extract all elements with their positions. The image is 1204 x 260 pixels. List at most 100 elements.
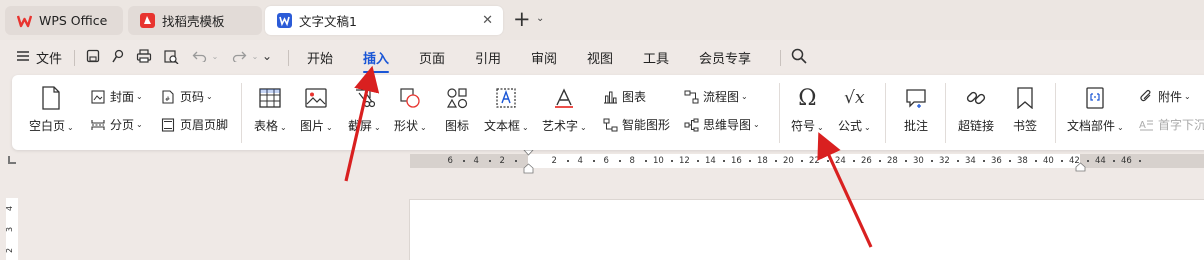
- attachment-label: 附件: [1158, 90, 1183, 104]
- paperclip-icon: [1138, 89, 1154, 105]
- ruler-tick-label: 3: [5, 226, 15, 233]
- search-icon[interactable]: [790, 47, 808, 65]
- chevron-down-icon: ⌄: [326, 123, 333, 132]
- ruler-tick-label: 4: [577, 156, 583, 166]
- doc-parts-button[interactable]: 文档部件 ⌄: [1067, 85, 1124, 134]
- tab-label: WPS Office: [39, 13, 108, 28]
- ruler-tick-dot: [879, 160, 881, 162]
- wordart-label: 艺术字: [542, 119, 579, 133]
- horizontal-ruler[interactable]: 6 4 2 2 4 6 8 10 12 14 16 18 20 22 24 26 28 30 32 34 36 38 40 4…: [410, 150, 1204, 174]
- chevron-down-icon: ⌄: [136, 92, 143, 101]
- divider: [241, 83, 242, 143]
- section-break-button[interactable]: 分页 ⌄: [90, 116, 143, 133]
- menu-tab-page[interactable]: 页面: [419, 48, 445, 67]
- format-painter-icon[interactable]: [109, 47, 127, 65]
- divider: [945, 83, 946, 143]
- ruler-tick-dot: [1035, 160, 1037, 162]
- comment-label: 批注: [903, 119, 928, 133]
- textbox-label: 文本框: [484, 119, 521, 133]
- divider: [288, 50, 289, 66]
- blank-page-button[interactable]: 空白页 ⌄: [29, 85, 74, 134]
- menu-tab-review[interactable]: 审阅: [531, 48, 557, 67]
- shape-label: 形状: [394, 119, 419, 133]
- chevron-down-icon[interactable]: ⌄: [206, 47, 224, 65]
- file-menu[interactable]: 文件: [36, 48, 62, 67]
- bookmark-button[interactable]: 书签: [1012, 85, 1038, 134]
- flowchart-button[interactable]: 流程图 ⌄: [683, 88, 748, 105]
- scissors-icon: [351, 85, 377, 111]
- chevron-down-icon: ⌄: [420, 123, 427, 132]
- mindmap-button[interactable]: 思维导图 ⌄: [683, 116, 760, 133]
- menu-tab-view[interactable]: 视图: [587, 48, 613, 67]
- icon-button[interactable]: 图标: [444, 85, 470, 134]
- divider: [780, 50, 781, 66]
- comment-button[interactable]: 批注: [903, 85, 929, 134]
- menu-tab-references[interactable]: 引用: [475, 48, 501, 67]
- mindmap-label: 思维导图: [703, 118, 752, 132]
- print-icon[interactable]: [135, 47, 153, 65]
- ruler-tick-label: 18: [757, 156, 768, 166]
- document-page[interactable]: [409, 199, 1204, 260]
- ruler-tick-dot: [567, 160, 569, 162]
- tab-document-1[interactable]: 文字文稿1 ✕: [265, 6, 503, 35]
- ruler-tick-dot: [1087, 160, 1089, 162]
- ruler-tick-label: 4: [5, 205, 15, 212]
- page-number-button[interactable]: # 页码 ⌄: [160, 88, 213, 105]
- hyperlink-button[interactable]: 超链接: [958, 85, 994, 134]
- dropcap-button[interactable]: A 首字下沉: [1138, 116, 1204, 133]
- symbol-button[interactable]: Ω 符号 ⌄: [791, 85, 824, 134]
- chevron-down-icon: ⌄: [580, 123, 587, 132]
- chevron-down-icon: ⌄: [522, 123, 529, 132]
- save-icon[interactable]: [84, 47, 102, 65]
- shape-button[interactable]: 形状 ⌄: [394, 85, 427, 134]
- vertical-ruler[interactable]: 4 3 2: [5, 198, 18, 260]
- dropcap-label: 首字下沉: [1158, 118, 1204, 132]
- svg-text:A: A: [1139, 120, 1146, 131]
- chart-button[interactable]: 图表: [602, 88, 646, 105]
- chevron-down-icon[interactable]: ⌄: [536, 13, 544, 24]
- ruler-tick-dot: [489, 160, 491, 162]
- screenshot-button[interactable]: 截屏 ⌄: [348, 85, 381, 134]
- chevron-down-icon: ⌄: [1117, 123, 1124, 132]
- wordart-button[interactable]: 艺术字 ⌄: [542, 85, 587, 134]
- attachment-button[interactable]: 附件 ⌄: [1138, 88, 1191, 105]
- ruler-tick-label: 2: [551, 156, 557, 166]
- menu-tab-tools[interactable]: 工具: [643, 48, 669, 67]
- ruler-tab-selector[interactable]: [8, 156, 16, 164]
- close-icon[interactable]: ✕: [482, 13, 493, 28]
- textbox-button[interactable]: 文本框 ⌄: [484, 85, 529, 134]
- smartart-button[interactable]: 智能图形: [602, 116, 670, 133]
- ruler-tick-dot: [697, 160, 699, 162]
- ruler-tick-label: 16: [731, 156, 742, 166]
- menu-tab-insert[interactable]: 插入: [363, 48, 390, 73]
- print-preview-icon[interactable]: [162, 47, 180, 65]
- menu-tab-home[interactable]: 开始: [307, 48, 333, 67]
- menu-tab-membership[interactable]: 会员专享: [699, 48, 751, 67]
- ruler-tick-label: 14: [705, 156, 716, 166]
- hamburger-menu-icon[interactable]: [14, 47, 32, 65]
- page-break-icon: [90, 117, 106, 133]
- table-button[interactable]: 表格 ⌄: [254, 85, 287, 134]
- icon-gallery-icon: [444, 85, 470, 111]
- tab-wps-office[interactable]: WPS Office: [5, 6, 123, 35]
- tab-docer-templates[interactable]: 找稻壳模板: [128, 6, 262, 35]
- chart-label: 图表: [622, 90, 647, 104]
- ruler-tick-dot: [801, 160, 803, 162]
- ruler-tick-dot: [983, 160, 985, 162]
- more-chevron-icon[interactable]: ⌄: [258, 47, 276, 65]
- new-tab-plus-icon[interactable]: +: [513, 9, 531, 30]
- blank-page-icon: [38, 85, 64, 111]
- ruler-tick-label: 6: [447, 156, 453, 166]
- formula-button[interactable]: √x 公式 ⌄: [838, 85, 871, 134]
- header-footer-button[interactable]: 页眉页脚: [160, 116, 228, 133]
- dropcap-icon: A: [1138, 117, 1154, 133]
- wps-logo-icon: [17, 13, 32, 28]
- chevron-down-icon: ⌄: [753, 120, 760, 129]
- ruler-tick-dot: [671, 160, 673, 162]
- bookmark-label: 书签: [1012, 119, 1037, 133]
- indent-marker[interactable]: [523, 150, 534, 176]
- picture-button[interactable]: 图片 ⌄: [300, 85, 333, 134]
- right-indent-marker[interactable]: [1075, 162, 1086, 172]
- bar-chart-icon: [602, 89, 618, 105]
- cover-button[interactable]: 封面 ⌄: [90, 88, 143, 105]
